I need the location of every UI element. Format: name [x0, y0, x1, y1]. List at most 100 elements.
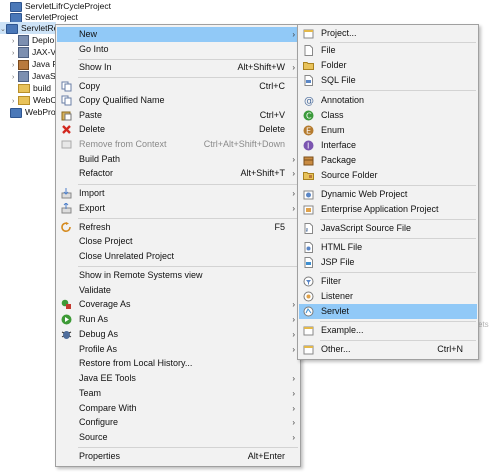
menu-item-java-ee-tools[interactable]: Java EE Tools ›	[57, 371, 299, 386]
submenu-item-class[interactable]: C Class	[299, 108, 477, 123]
menu-item-label: Export	[79, 203, 106, 213]
submenu-item-file[interactable]: File	[299, 43, 477, 58]
menu-item-coverage-as[interactable]: Coverage As ›	[57, 297, 299, 312]
submenu-item-folder[interactable]: Folder	[299, 58, 477, 73]
submenu-item-html-file[interactable]: HTML File	[299, 240, 477, 255]
submenu-item-project[interactable]: Project...	[299, 26, 477, 41]
submenu-item-label: Package	[321, 155, 357, 165]
menu-separator	[320, 272, 476, 273]
tree-item-webcontent[interactable]: › WebC	[12, 94, 56, 106]
submenu-item-example[interactable]: Example...	[299, 323, 477, 338]
submenu-item-annotation[interactable]: @ Annotation	[299, 93, 477, 108]
tree-item-jaxw[interactable]: › JAX-V	[12, 46, 57, 59]
svg-text:C: C	[306, 112, 312, 121]
menu-item-shortcut: Delete	[258, 124, 285, 134]
menu-item-restore-local-history[interactable]: Restore from Local History...	[57, 356, 299, 371]
menu-item-source[interactable]: Source ›	[57, 430, 299, 445]
submenu-item-shortcut: Ctrl+N	[437, 344, 463, 354]
menu-item-label: Build Path	[79, 154, 121, 164]
menu-item-remove-from-context[interactable]: Remove from Context Ctrl+Alt+Shift+Down	[57, 137, 299, 152]
submenu-item-label: Other...	[321, 344, 351, 354]
menu-item-team[interactable]: Team ›	[57, 386, 299, 401]
javascript-resources-icon	[18, 71, 29, 83]
tree-item-label: JAX-V	[32, 47, 57, 57]
menu-item-show-in-remote-systems[interactable]: Show in Remote Systems view	[57, 268, 299, 283]
menu-item-import[interactable]: Import ›	[57, 186, 299, 201]
menu-item-go-into[interactable]: Go Into	[57, 42, 299, 57]
menu-item-label: Close Project	[79, 236, 133, 246]
submenu-item-source-folder[interactable]: Source Folder	[299, 168, 477, 183]
tree-item-build[interactable]: build	[18, 82, 51, 94]
submenu-item-label: Servlet	[321, 306, 350, 316]
submenu-item-listener[interactable]: Listener	[299, 289, 477, 304]
class-icon: C	[303, 110, 314, 121]
chevron-right-icon: ›	[292, 404, 295, 413]
menu-item-close-project[interactable]: Close Project	[57, 234, 299, 249]
tree-item-label: WebC	[33, 95, 57, 105]
tree-item-deplo[interactable]: › Deplo	[12, 34, 54, 47]
submenu-item-sql-file[interactable]: SQL File	[299, 73, 477, 88]
submenu-item-dynamic-web-project[interactable]: Dynamic Web Project	[299, 187, 477, 202]
menu-item-compare-with[interactable]: Compare With ›	[57, 401, 299, 416]
submenu-item-package[interactable]: Package	[299, 153, 477, 168]
submenu-item-other[interactable]: Other... Ctrl+N	[299, 342, 477, 357]
chevron-right-icon: ›	[292, 169, 295, 178]
menu-item-label: Show In	[79, 62, 112, 72]
menu-item-properties[interactable]: Properties Alt+Enter	[57, 449, 299, 464]
submenu-item-label: Project...	[321, 28, 357, 38]
tree-item-label: ServletLifrCycleProject	[25, 1, 111, 11]
menu-item-copy[interactable]: Copy Ctrl+C	[57, 79, 299, 94]
chevron-right-icon: ›	[292, 418, 295, 427]
menu-item-new[interactable]: New ›	[57, 27, 299, 42]
menu-item-profile-as[interactable]: Profile As ›	[57, 342, 299, 357]
submenu-item-servlet[interactable]: Servlet	[299, 304, 477, 319]
java-resources-icon	[18, 59, 29, 70]
menu-item-refactor[interactable]: Refactor Alt+Shift+T ›	[57, 166, 299, 181]
menu-item-label: Validate	[79, 285, 111, 295]
tree-item-java-resources[interactable]: › Java F	[12, 58, 58, 70]
menu-item-run-as[interactable]: Run As ›	[57, 312, 299, 327]
submenu-item-enum[interactable]: E Enum	[299, 123, 477, 138]
submenu-item-enterprise-application-project[interactable]: Enterprise Application Project	[299, 202, 477, 217]
submenu-item-jsp-file[interactable]: JSP File	[299, 255, 477, 270]
chevron-right-icon: ›	[292, 155, 295, 164]
menu-item-delete[interactable]: Delete Delete	[57, 122, 299, 137]
menu-item-build-path[interactable]: Build Path ›	[57, 152, 299, 167]
menu-item-configure[interactable]: Configure ›	[57, 415, 299, 430]
submenu-item-interface[interactable]: I Interface	[299, 138, 477, 153]
chevron-right-icon: ›	[292, 63, 295, 72]
tree-item-webproj[interactable]: WebProj	[10, 106, 57, 118]
menu-item-label: Configure	[79, 417, 119, 427]
submenu-item-javascript-source-file[interactable]: JavaScript Source File	[299, 221, 477, 236]
menu-item-paste[interactable]: Paste Ctrl+V	[57, 108, 299, 123]
menu-item-export[interactable]: Export ›	[57, 201, 299, 216]
enum-icon: E	[303, 125, 314, 136]
menu-item-show-in[interactable]: Show In Alt+Shift+W ›	[57, 60, 299, 75]
submenu-item-label: Interface	[321, 140, 357, 150]
menu-item-copy-qualified-name[interactable]: Copy Qualified Name	[57, 93, 299, 108]
menu-item-close-unrelated-project[interactable]: Close Unrelated Project	[57, 249, 299, 264]
submenu-item-label: HTML File	[321, 242, 363, 252]
debug-icon	[61, 329, 72, 340]
svg-text:@: @	[304, 96, 314, 106]
submenu-item-filter[interactable]: Filter	[299, 274, 477, 289]
submenu-item-label: Class	[321, 110, 344, 120]
menu-item-debug-as[interactable]: Debug As ›	[57, 327, 299, 342]
submenu-item-label: File	[321, 45, 336, 55]
menu-item-validate[interactable]: Validate	[57, 283, 299, 298]
menu-item-refresh[interactable]: Refresh F5	[57, 220, 299, 235]
chevron-right-icon: ›	[292, 189, 295, 198]
export-icon	[61, 202, 72, 214]
menu-item-label: New	[79, 29, 98, 39]
menu-item-label: Coverage As	[79, 299, 131, 309]
menu-item-shortcut: Alt+Shift+T	[240, 168, 285, 178]
tree-item-servletre[interactable]: ⌄ ServletRe	[0, 22, 58, 34]
menu-separator	[78, 447, 298, 448]
submenu-item-label: Enum	[321, 125, 345, 135]
menu-separator	[320, 238, 476, 239]
html-file-icon	[303, 242, 314, 253]
web-project-icon	[303, 189, 314, 200]
tree-item-javascript[interactable]: › JavaS	[12, 70, 56, 83]
javascript-file-icon	[303, 223, 314, 234]
menu-item-shortcut: Ctrl+V	[259, 110, 285, 120]
